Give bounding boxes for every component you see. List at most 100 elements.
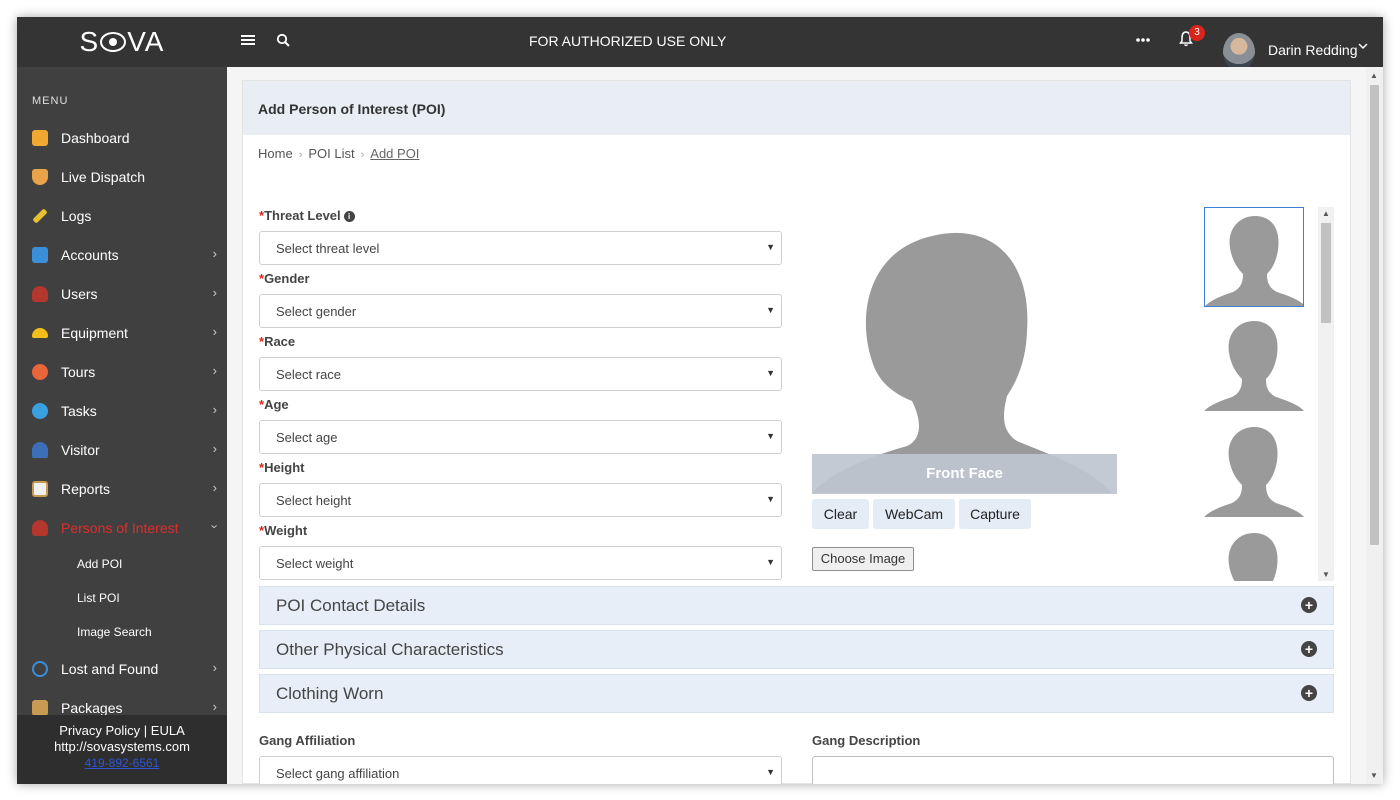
hamburger-menu-icon[interactable] xyxy=(241,32,255,52)
visitor-icon xyxy=(32,441,48,458)
footer-url[interactable]: http://sovasystems.com xyxy=(17,739,227,755)
shield-icon xyxy=(32,168,48,185)
top-bar: S VA FOR AUTHORIZED USE ONLY 3 Darin Redd… xyxy=(17,17,1383,71)
front-face-label: Front Face xyxy=(812,454,1117,494)
sidebar-subitem-add-poi[interactable]: Add POI xyxy=(77,557,122,571)
chevron-right-icon: › xyxy=(212,246,217,261)
scroll-down-icon[interactable]: ▼ xyxy=(1370,771,1378,780)
sidebar-item-label: Lost and Found xyxy=(61,660,159,677)
breadcrumb-home[interactable]: Home xyxy=(258,146,293,161)
sidebar-item-accounts[interactable]: Accounts › xyxy=(17,235,227,274)
photo-thumbnail[interactable] xyxy=(1204,419,1304,519)
caret-down-icon: ▼ xyxy=(766,242,775,252)
package-icon xyxy=(32,699,48,716)
breadcrumb-separator-icon: › xyxy=(360,149,365,161)
weight-select[interactable]: Select weight ▼ xyxy=(259,546,782,580)
cog-icon xyxy=(32,402,48,419)
main-content: Add Person of Interest (POI) Home › POI Li… xyxy=(227,67,1383,784)
choose-image-button[interactable]: Choose Image xyxy=(812,547,914,571)
sidebar-item-label: Tours xyxy=(61,363,96,380)
sidebar-item-label: Tasks xyxy=(61,402,97,419)
scrollbar-thumb[interactable] xyxy=(1370,85,1379,545)
scroll-up-icon[interactable]: ▲ xyxy=(1322,209,1330,218)
photo-thumbnail[interactable] xyxy=(1204,207,1304,307)
scroll-up-icon[interactable]: ▲ xyxy=(1370,71,1378,80)
caret-down-icon: ▼ xyxy=(766,767,775,777)
threat-level-select[interactable]: Select threat level ▼ xyxy=(259,231,782,265)
threat-level-label: *Threat Level i xyxy=(259,208,355,223)
breadcrumb-add-poi[interactable]: Add POI xyxy=(370,146,419,161)
user-avatar[interactable] xyxy=(1223,33,1255,71)
page-title: Add Person of Interest (POI) xyxy=(258,101,446,117)
photo-thumbnail[interactable] xyxy=(1204,313,1304,413)
weight-label-text: Weight xyxy=(264,523,308,538)
chevron-right-icon: › xyxy=(212,363,217,378)
height-select[interactable]: Select height ▼ xyxy=(259,483,782,517)
sidebar-item-label: Dashboard xyxy=(61,129,130,146)
sidebar-item-persons-of-interest[interactable]: Persons of Interest › xyxy=(17,508,227,547)
sidebar-footer: Privacy Policy | EULA http://sovasystems… xyxy=(17,715,227,784)
accordion-poi-contact-details[interactable]: POI Contact Details + xyxy=(259,586,1334,625)
user-icon xyxy=(32,285,48,302)
sidebar-item-dashboard[interactable]: Dashboard xyxy=(17,118,227,157)
clipboard-icon xyxy=(32,480,48,497)
footer-phone[interactable]: 419-892-6561 xyxy=(17,755,227,771)
accordion-clothing-worn[interactable]: Clothing Worn + xyxy=(259,674,1334,713)
photo-thumbnails xyxy=(1204,207,1319,581)
sidebar-item-equipment[interactable]: Equipment › xyxy=(17,313,227,352)
photo-thumbnail[interactable] xyxy=(1204,525,1304,581)
gang-description-textarea[interactable] xyxy=(812,756,1334,784)
capture-button[interactable]: Capture xyxy=(959,499,1031,529)
helmet-icon xyxy=(32,327,48,338)
sova-logo[interactable]: S VA xyxy=(17,17,227,67)
add-poi-panel: Add Person of Interest (POI) Home › POI Li… xyxy=(242,80,1351,784)
caret-down-icon: ▼ xyxy=(766,557,775,567)
gang-affiliation-label: Gang Affiliation xyxy=(259,733,356,748)
webcam-button[interactable]: WebCam xyxy=(873,499,955,529)
sidebar-item-label: Live Dispatch xyxy=(61,168,146,185)
user-name[interactable]: Darin Redding xyxy=(1268,42,1358,58)
accordion-label: POI Contact Details xyxy=(276,596,426,615)
age-select[interactable]: Select age ▼ xyxy=(259,420,782,454)
sidebar-item-visitor[interactable]: Visitor › xyxy=(17,430,227,469)
plus-circle-icon[interactable]: + xyxy=(1301,597,1317,613)
clear-button[interactable]: Clear xyxy=(812,499,869,529)
breadcrumb-poi-list[interactable]: POI List xyxy=(308,146,354,161)
sidebar-item-live-dispatch[interactable]: Live Dispatch xyxy=(17,157,227,196)
plus-circle-icon[interactable]: + xyxy=(1301,641,1317,657)
height-value: Select height xyxy=(276,493,352,508)
scrollbar-thumb[interactable] xyxy=(1321,223,1331,323)
sidebar-item-logs[interactable]: Logs xyxy=(17,196,227,235)
sidebar-item-reports[interactable]: Reports › xyxy=(17,469,227,508)
chevron-right-icon: › xyxy=(212,660,217,675)
sidebar-subitem-image-search[interactable]: Image Search xyxy=(77,625,152,639)
gender-select[interactable]: Select gender ▼ xyxy=(259,294,782,328)
plus-circle-icon[interactable]: + xyxy=(1301,685,1317,701)
more-options-icon[interactable] xyxy=(1135,30,1151,48)
sidebar-item-label: Logs xyxy=(61,207,92,224)
gang-affiliation-select[interactable]: Select gang affiliation ▼ xyxy=(259,756,782,784)
chevron-down-icon: › xyxy=(207,524,223,529)
logo-text-left: S xyxy=(79,26,100,57)
sidebar-item-tours[interactable]: Tours › xyxy=(17,352,227,391)
sidebar-item-lost-and-found[interactable]: Lost and Found › xyxy=(17,649,227,688)
search-icon[interactable] xyxy=(276,32,290,52)
scroll-down-icon[interactable]: ▼ xyxy=(1322,570,1330,579)
footer-links[interactable]: Privacy Policy | EULA xyxy=(17,723,227,739)
chevron-down-icon[interactable] xyxy=(1358,41,1368,53)
accordion-label: Other Physical Characteristics xyxy=(276,640,504,659)
accordion-other-physical-characteristics[interactable]: Other Physical Characteristics + xyxy=(259,630,1334,669)
target-icon xyxy=(32,660,48,677)
caret-down-icon: ▼ xyxy=(766,494,775,504)
thumbnail-scrollbar[interactable]: ▲ ▼ xyxy=(1318,207,1334,581)
compass-icon xyxy=(32,363,48,380)
info-icon[interactable]: i xyxy=(343,211,355,222)
race-select[interactable]: Select race ▼ xyxy=(259,357,782,391)
height-label: *Height xyxy=(259,460,305,475)
main-scrollbar[interactable]: ▲ ▼ xyxy=(1366,67,1383,784)
threat-level-label-text: Threat Level xyxy=(264,208,341,223)
sidebar-subitem-list-poi[interactable]: List POI xyxy=(77,591,120,605)
sidebar-item-tasks[interactable]: Tasks › xyxy=(17,391,227,430)
race-label: *Race xyxy=(259,334,295,349)
sidebar-item-users[interactable]: Users › xyxy=(17,274,227,313)
